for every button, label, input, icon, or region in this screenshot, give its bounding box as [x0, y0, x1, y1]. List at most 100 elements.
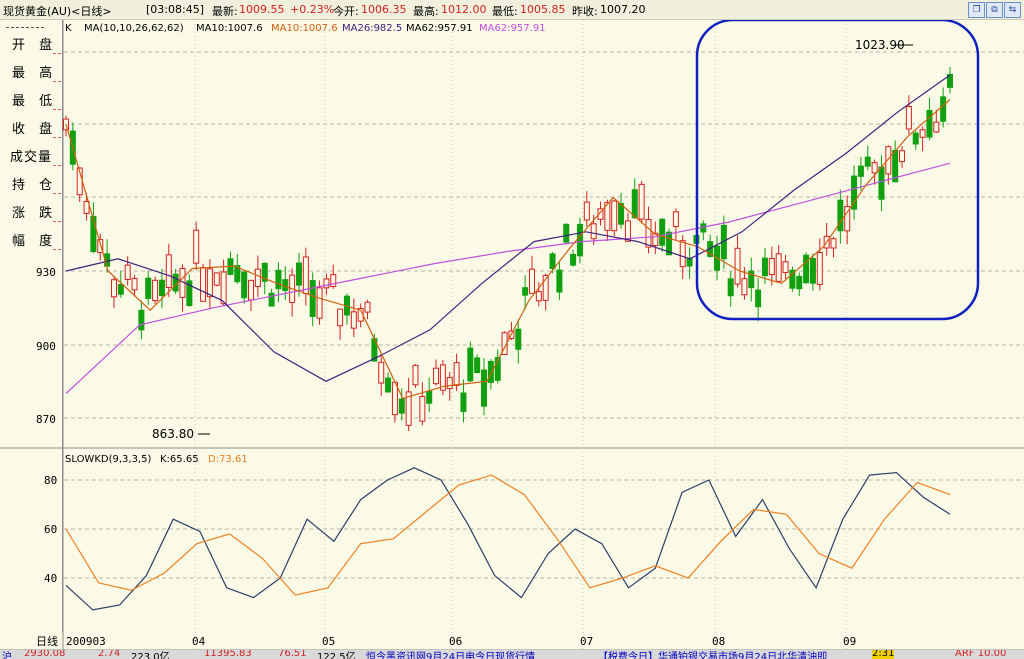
low-value: 1005.85 — [520, 3, 566, 16]
candle-body — [350, 311, 357, 329]
low-mark-label: 863.80 — [152, 427, 194, 441]
candle-body — [755, 289, 762, 308]
status-ticker-bar: 沪 2930.08 2.74 223.0亿 11395.83 76.51 122… — [0, 650, 1024, 659]
candle-body — [522, 287, 529, 296]
candle-body — [583, 201, 590, 221]
candle-body — [563, 223, 570, 243]
candle-body — [940, 96, 947, 122]
candle-body — [570, 253, 577, 266]
candle-body — [734, 247, 741, 285]
chart-area[interactable]: K MA(10,10,26,62,62) MA10:1007.6 MA10:10… — [0, 20, 1024, 650]
candle-body — [337, 308, 344, 327]
candle-body — [796, 275, 803, 290]
candle-body — [905, 105, 912, 130]
candle-body — [672, 211, 679, 227]
candle-body — [378, 361, 385, 384]
low-label: 最低: — [492, 5, 518, 18]
x-tick-05: 05 — [322, 635, 335, 648]
layout-icon[interactable]: ⧉ — [986, 2, 1003, 18]
candle-body — [659, 218, 666, 246]
k-line — [65, 467, 951, 611]
candle-body — [878, 166, 885, 200]
candle-body — [857, 165, 864, 177]
ma62-a-value: MA62:957.91 — [406, 23, 473, 34]
kd-d-value: D:73.61 — [208, 454, 248, 465]
candle-body — [364, 301, 371, 313]
candle-body — [467, 347, 474, 382]
candle-body — [165, 254, 172, 288]
candle-body — [241, 271, 248, 299]
candle-body — [686, 257, 693, 267]
candle-body — [864, 156, 871, 167]
candle-body — [309, 280, 316, 318]
ma10-b-value: MA10:1007.6 — [271, 23, 338, 34]
x-tick-09: 09 — [843, 635, 856, 648]
candle-body — [535, 291, 542, 302]
change-pct: +0.23% — [290, 3, 335, 16]
candlesticks — [63, 67, 953, 431]
candle-body — [919, 129, 926, 138]
y-tick-930: 930 — [36, 266, 56, 279]
candle-body — [213, 272, 220, 286]
x-tick-06: 06 — [449, 635, 462, 648]
y-tick-900: 900 — [36, 340, 56, 353]
candle-body — [782, 261, 789, 274]
price-gridlines — [64, 51, 1024, 419]
candle-body — [152, 279, 159, 302]
candle-body — [556, 269, 563, 293]
ma26-value: MA26:982.5 — [342, 23, 402, 34]
candle-body — [515, 328, 522, 350]
candle-body — [460, 392, 467, 412]
x-tick-200903: 200903 — [66, 635, 106, 648]
candle-body — [590, 223, 597, 240]
ma10-a-value: MA10:1007.6 — [196, 23, 263, 34]
candle-body — [768, 257, 775, 276]
candle-body — [419, 396, 426, 422]
candle-body — [899, 150, 906, 163]
candle-body — [254, 268, 261, 287]
candle-body — [528, 268, 535, 294]
d-line — [65, 474, 951, 596]
candle-body — [474, 357, 481, 374]
k-label: K — [65, 23, 72, 34]
candle-body — [220, 271, 227, 305]
kd-name: SLOWKD(9,3,3,5) — [65, 454, 151, 465]
kd-k-value: K:65.65 — [160, 454, 199, 465]
latest-value: 1009.55 — [239, 3, 285, 16]
candle-body — [426, 390, 433, 404]
x-tick-08: 08 — [712, 635, 725, 648]
candle-body — [481, 369, 488, 407]
candle-body — [837, 199, 844, 232]
open-label: 今开: — [333, 5, 359, 18]
candle-body — [576, 223, 583, 257]
candle-body — [803, 254, 810, 284]
candle-body — [549, 253, 556, 269]
candle-body — [316, 287, 323, 319]
y-tick-870: 870 — [36, 413, 56, 426]
candle-body — [398, 398, 405, 414]
candle-body — [117, 284, 124, 295]
period-label: 日线 — [36, 634, 58, 648]
candle-body — [110, 279, 117, 298]
ma-params: MA(10,10,26,62,62) — [84, 23, 184, 34]
candle-body — [268, 292, 275, 307]
candle-body — [741, 278, 748, 296]
restore-icon[interactable]: ❐ — [968, 2, 985, 18]
kd-tick-40: 40 — [44, 572, 57, 585]
candle-body — [638, 183, 645, 220]
candle-body — [611, 200, 618, 232]
candle-body — [487, 360, 494, 383]
candle-body — [871, 162, 878, 174]
window-switch-icon[interactable]: ⇆ — [1004, 2, 1021, 18]
clock: [03:08:45] — [146, 3, 204, 16]
instrument-title: 现货黄金(AU)<日线> — [3, 5, 112, 18]
candle-body — [158, 279, 165, 297]
candle-body — [200, 267, 207, 302]
candle-body — [775, 253, 782, 282]
candle-body — [145, 277, 152, 299]
candle-body — [193, 229, 200, 264]
candle-body — [727, 278, 734, 297]
candle-body — [645, 218, 652, 248]
candle-body — [679, 240, 686, 268]
x-tick-04: 04 — [192, 635, 206, 648]
